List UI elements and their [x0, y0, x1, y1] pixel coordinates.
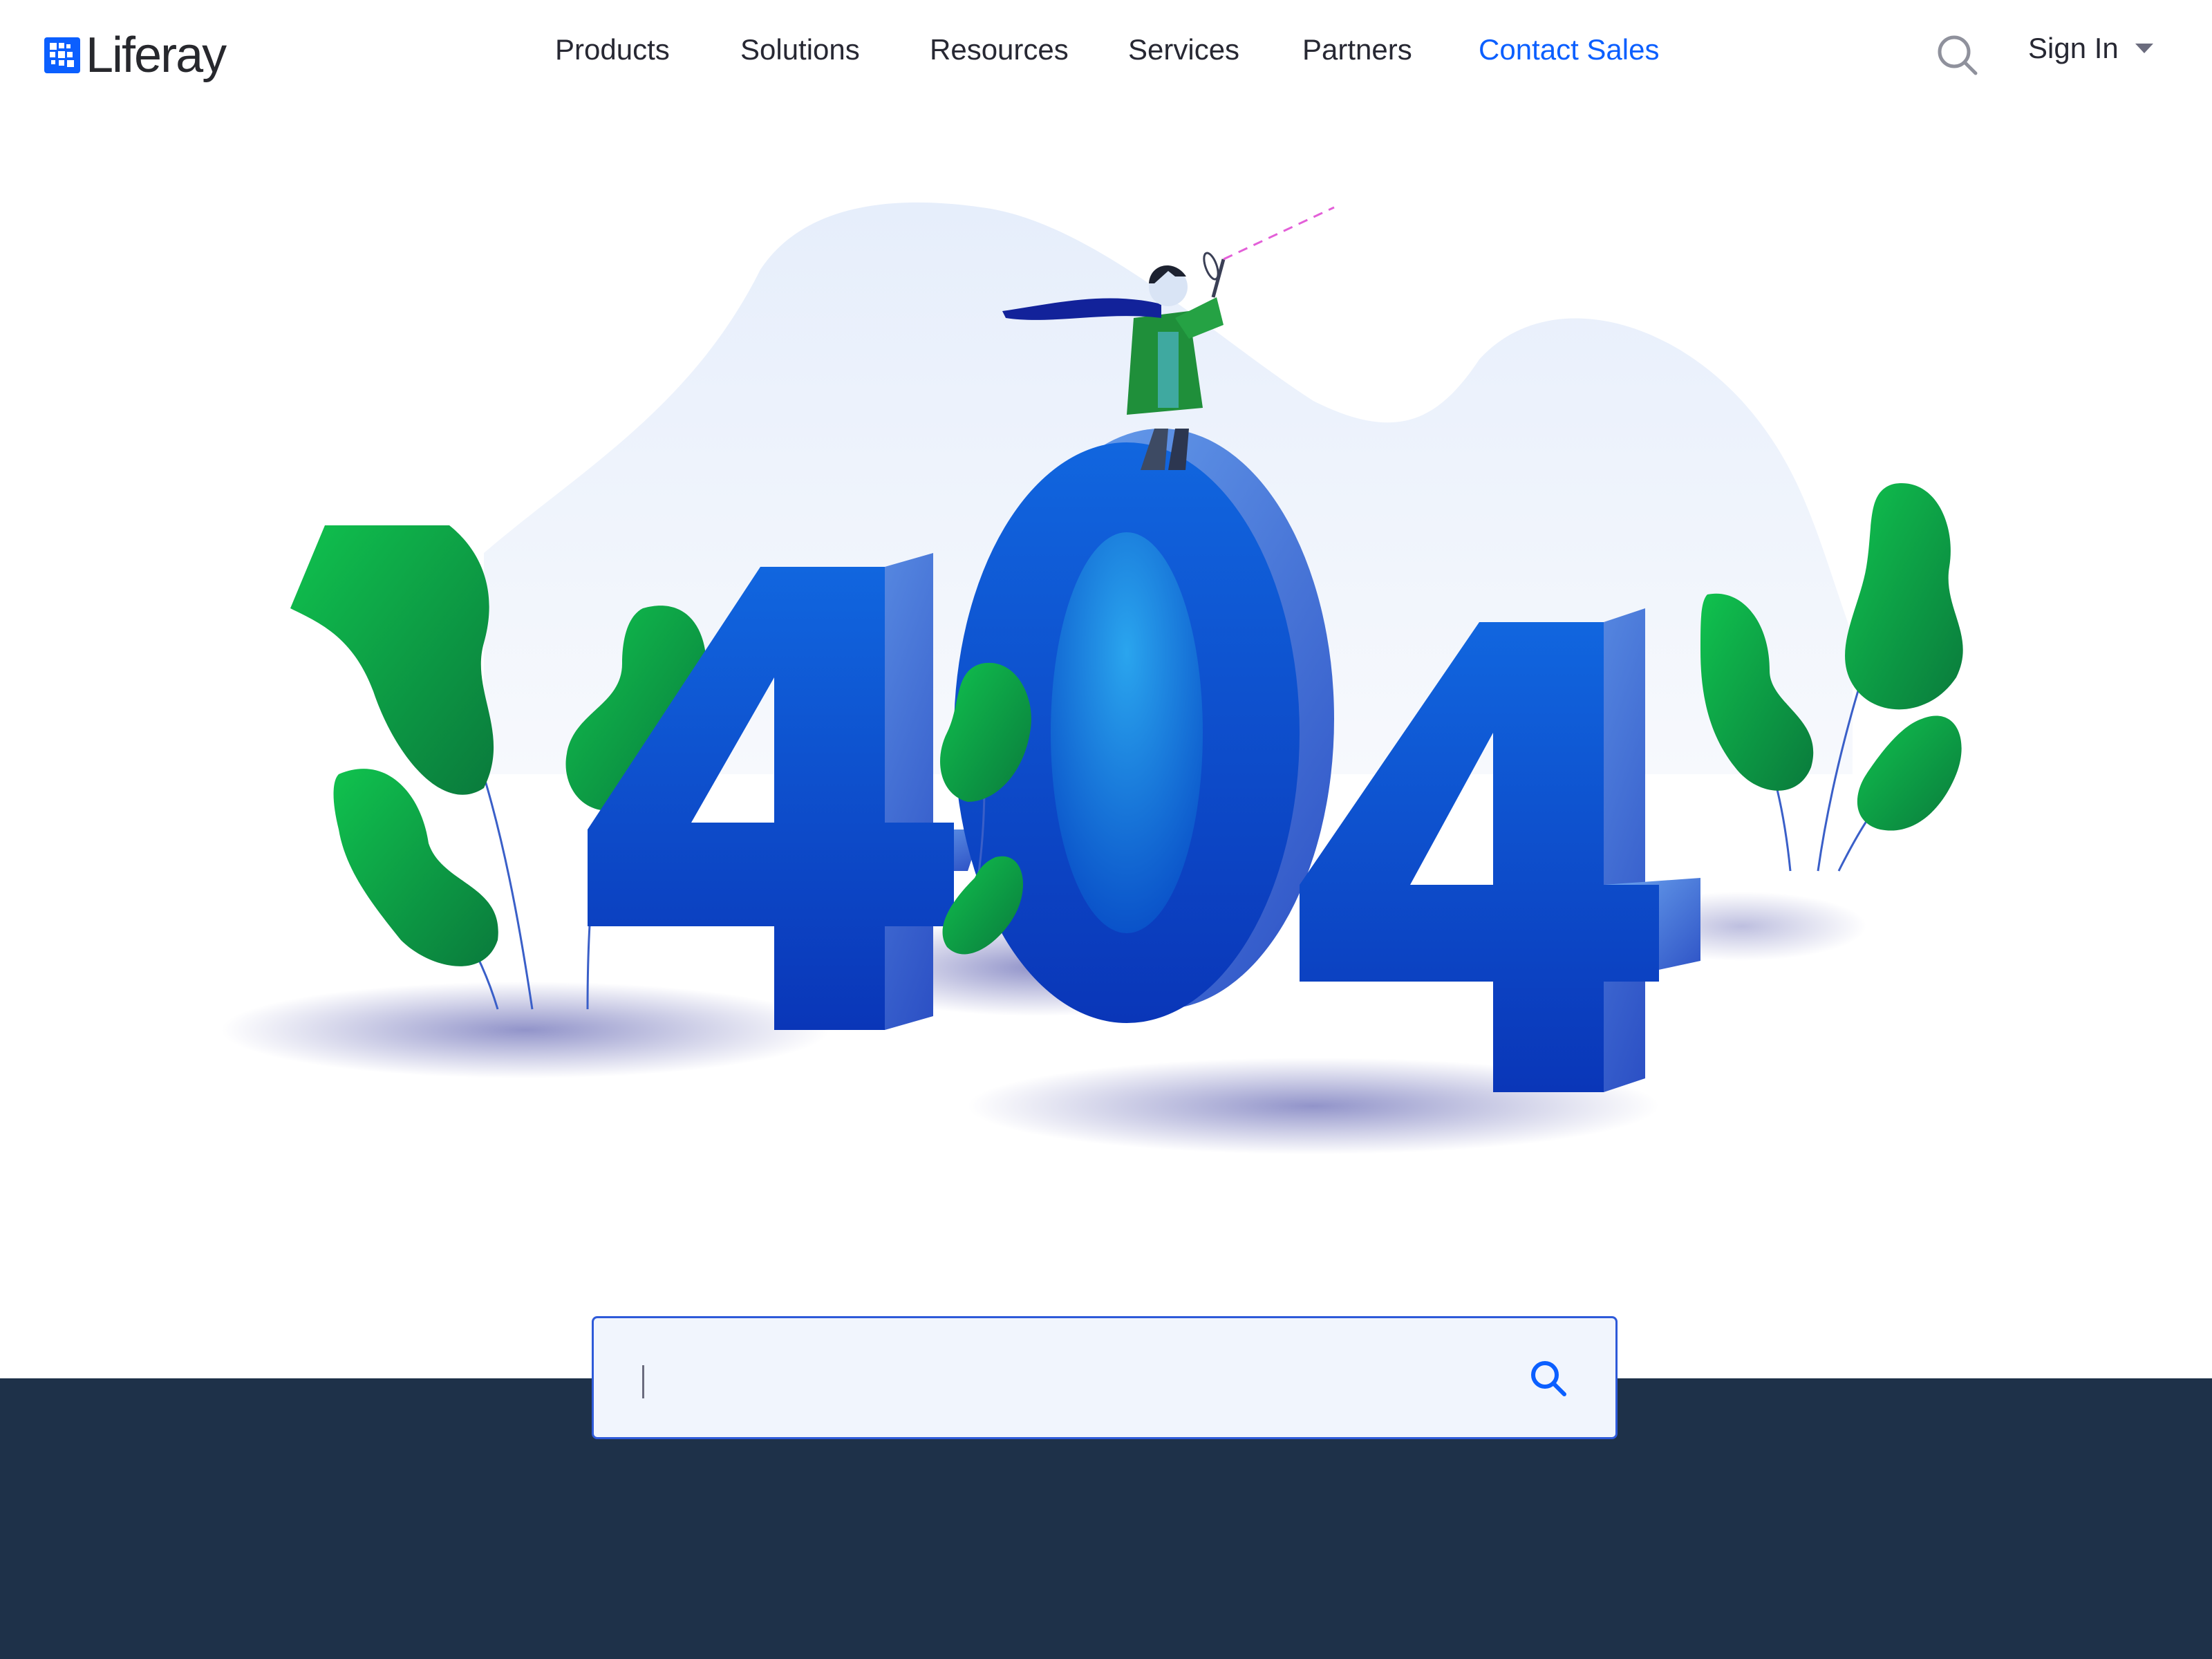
liferay-logo[interactable]: Liferay [44, 28, 227, 83]
text-cursor [642, 1365, 644, 1398]
liferay-logo-icon [44, 37, 80, 73]
sign-in-label: Sign In [2028, 32, 2119, 64]
brand-name: Liferay [86, 28, 227, 83]
ground-shadow [221, 982, 830, 1078]
nav-item-products[interactable]: Products [555, 33, 670, 66]
search-submit-icon[interactable] [1527, 1357, 1570, 1400]
search-bar [592, 1316, 1618, 1439]
404-illustration [221, 202, 1963, 1154]
caret-down-icon [2135, 44, 2153, 53]
sign-in-dropdown[interactable]: Sign In [2028, 32, 2153, 65]
search-input[interactable] [635, 1346, 1468, 1414]
nav-item-partners[interactable]: Partners [1302, 33, 1412, 66]
search-icon[interactable] [1936, 33, 1980, 77]
site-header: Liferay Products Solutions Resources Ser… [0, 0, 2212, 111]
nav-item-services[interactable]: Services [1128, 33, 1239, 66]
error-hero: Page not found, try a search! [0, 111, 2212, 1422]
nav-item-contact-sales[interactable]: Contact Sales [1479, 33, 1659, 66]
main-nav: Products Solutions Resources Services Pa… [0, 0, 2212, 111]
nav-item-resources[interactable]: Resources [930, 33, 1069, 66]
nav-item-solutions[interactable]: Solutions [740, 33, 860, 66]
